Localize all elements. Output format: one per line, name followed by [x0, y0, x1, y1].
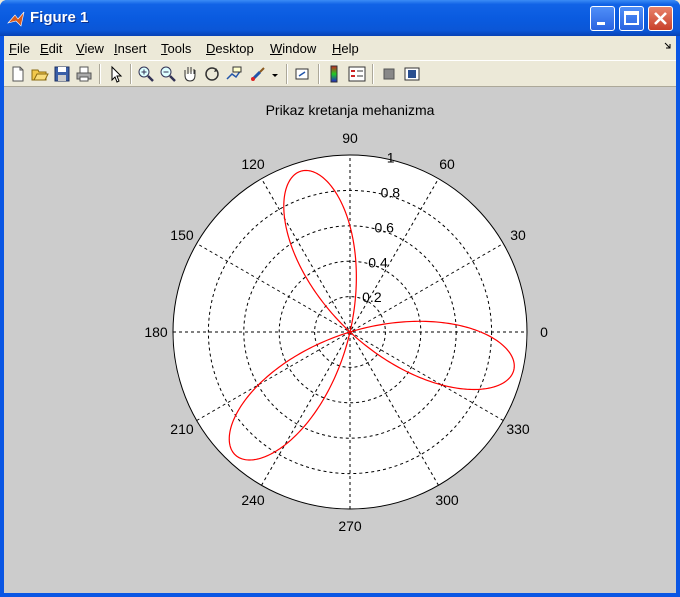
menu-tools[interactable]: Tools: [161, 41, 191, 56]
window-title: Figure 1: [30, 9, 89, 26]
menu-view[interactable]: View: [76, 41, 104, 56]
menu-help[interactable]: Help: [332, 41, 359, 56]
hide-plot-tools-icon[interactable]: [379, 64, 399, 84]
data-cursor-icon[interactable]: [224, 64, 244, 84]
radial-tick-label: 1: [387, 150, 395, 166]
angle-tick-label: 180: [144, 324, 168, 340]
maximize-icon: [624, 11, 639, 25]
polar-axes[interactable]: Prikaz kretanja mehanizma 0 30 60 90 120 150 1…: [4, 87, 676, 593]
dropdown-arrow-icon[interactable]: [270, 64, 280, 84]
angle-tick-label: 270: [338, 518, 362, 534]
dock-arrow-icon[interactable]: [664, 42, 672, 50]
toolbar-separator: [130, 64, 132, 84]
maximize-button[interactable]: [619, 6, 644, 31]
rotate-3d-icon[interactable]: [202, 64, 222, 84]
angle-tick-label: 90: [342, 130, 358, 146]
show-plot-tools-icon[interactable]: [402, 64, 422, 84]
radial-tick-label: 0.2: [362, 289, 382, 305]
zoom-out-icon[interactable]: [158, 64, 178, 84]
save-icon[interactable]: [52, 64, 72, 84]
open-file-icon[interactable]: [30, 64, 50, 84]
menu-window[interactable]: Window: [270, 41, 316, 56]
figure-canvas: Prikaz kretanja mehanizma 0 30 60 90 120 150 1…: [4, 87, 676, 593]
close-button[interactable]: [648, 6, 673, 31]
figure-toolbar: [4, 60, 676, 87]
figure-window: Figure 1 File Edit View Insert Tools Des…: [0, 0, 680, 597]
title-bar[interactable]: Figure 1: [0, 0, 680, 36]
brush-icon[interactable]: [248, 64, 268, 84]
close-icon: [654, 12, 667, 25]
angle-tick-label: 30: [510, 227, 526, 243]
radial-tick-label: 0.8: [381, 185, 401, 201]
print-icon[interactable]: [74, 64, 94, 84]
pan-hand-icon[interactable]: [180, 64, 200, 84]
link-icon[interactable]: [293, 64, 313, 84]
menu-bar: File Edit View Insert Tools Desktop Wind…: [4, 36, 676, 60]
window-client: File Edit View Insert Tools Desktop Wind…: [4, 36, 676, 593]
toolbar-separator: [372, 64, 374, 84]
angle-tick-label: 330: [506, 421, 530, 437]
select-arrow-icon[interactable]: [106, 64, 126, 84]
minimize-icon: [597, 22, 605, 25]
angle-tick-label: 60: [439, 156, 455, 172]
radial-tick-label: 0.6: [374, 219, 394, 235]
angle-tick-label: 120: [241, 156, 265, 172]
angle-tick-label: 240: [241, 492, 265, 508]
angle-tick-label: 300: [435, 492, 459, 508]
menu-desktop[interactable]: Desktop: [206, 41, 254, 56]
angle-tick-label: 210: [170, 421, 194, 437]
menu-edit[interactable]: Edit: [40, 41, 62, 56]
matlab-logo-icon: [7, 11, 25, 27]
toolbar-separator: [99, 64, 101, 84]
menu-file[interactable]: File: [9, 41, 30, 56]
toolbar-separator: [318, 64, 320, 84]
new-figure-icon[interactable]: [8, 64, 28, 84]
radial-tick-label: 0.4: [368, 254, 388, 270]
angle-tick-label: 0: [540, 324, 548, 340]
minimize-button[interactable]: [590, 6, 615, 31]
colorbar-icon[interactable]: [324, 64, 344, 84]
menu-insert[interactable]: Insert: [114, 41, 147, 56]
legend-icon[interactable]: [347, 64, 367, 84]
toolbar-separator: [286, 64, 288, 84]
zoom-in-icon[interactable]: [136, 64, 156, 84]
angle-tick-label: 150: [170, 227, 194, 243]
chart-title: Prikaz kretanja mehanizma: [266, 102, 435, 118]
